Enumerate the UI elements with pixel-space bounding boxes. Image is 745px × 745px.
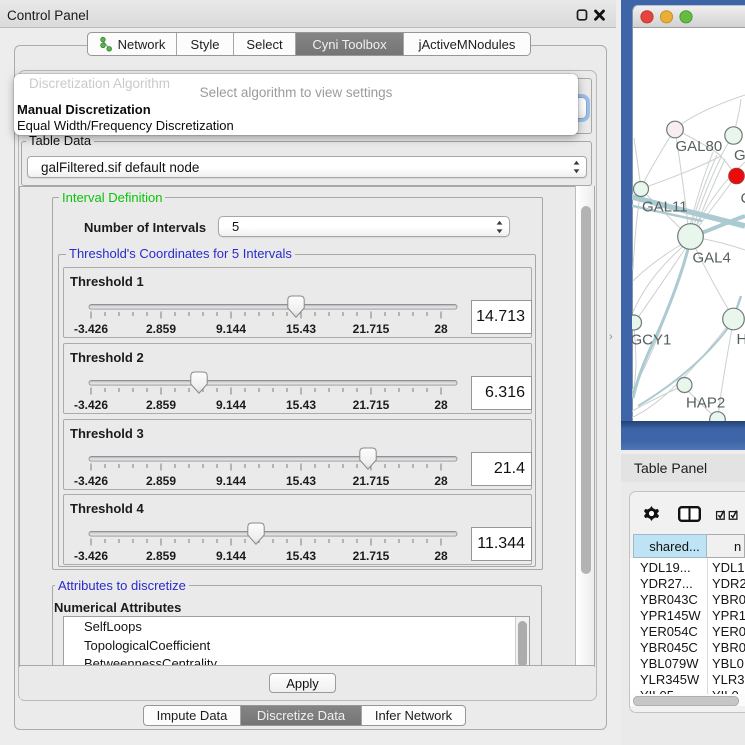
svg-text:GAL4: GAL4 bbox=[693, 250, 731, 267]
svg-text:GCY1: GCY1 bbox=[632, 332, 671, 349]
svg-text:GAL80: GAL80 bbox=[676, 138, 723, 155]
svg-text:GAL11: GAL11 bbox=[642, 199, 688, 216]
svg-text:HAP2: HAP2 bbox=[686, 395, 725, 412]
svg-text:C: C bbox=[741, 190, 745, 207]
svg-text:GA: GA bbox=[734, 147, 745, 164]
svg-text:H: H bbox=[737, 331, 745, 348]
